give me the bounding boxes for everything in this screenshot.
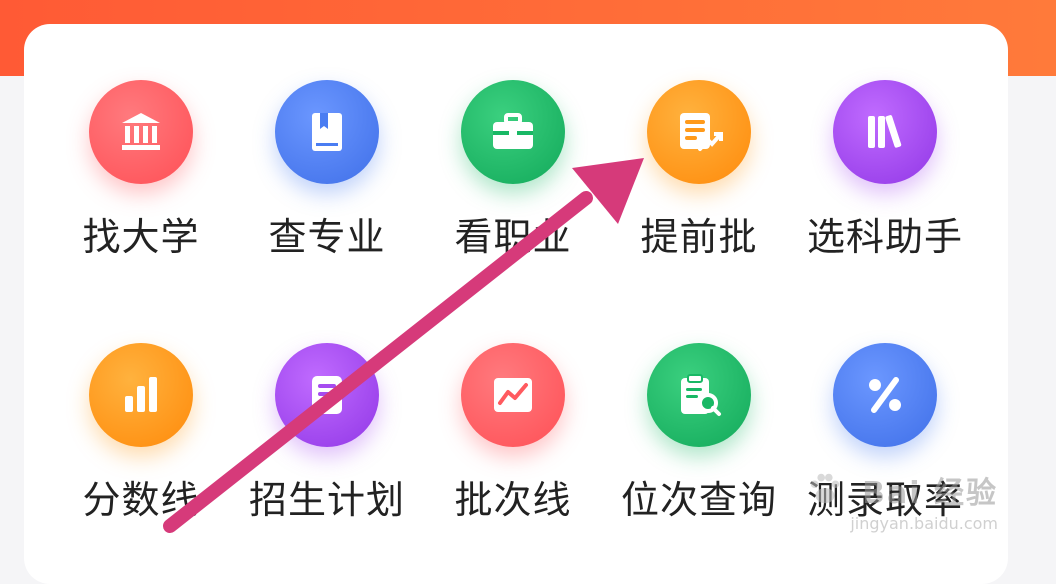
menu-item-enrollment-plan[interactable]: 招生计划 — [234, 343, 420, 524]
menu-item-early-admission[interactable]: 提前批 — [606, 80, 792, 261]
menu-item-batch-lines[interactable]: 批次线 — [420, 343, 606, 524]
books-icon — [833, 80, 937, 184]
menu-item-score-lines[interactable]: 分数线 — [48, 343, 234, 524]
menu-item-find-university[interactable]: 找大学 — [48, 80, 234, 261]
document-trend-icon — [647, 80, 751, 184]
menu-item-label: 分数线 — [82, 478, 200, 522]
book-icon — [275, 80, 379, 184]
menu-item-label: 选科助手 — [806, 215, 963, 259]
menu-item-label: 找大学 — [82, 215, 200, 259]
line-chart-icon — [461, 343, 565, 447]
percent-icon — [833, 343, 937, 447]
university-icon — [89, 80, 193, 184]
menu-item-label: 看职业 — [454, 215, 572, 259]
menu-item-label: 批次线 — [454, 478, 572, 522]
bar-chart-icon — [89, 343, 193, 447]
clipboard-search-icon — [647, 343, 751, 447]
feature-grid: 找大学 查专业 看职业 提前批 选科助手 分数线 招生计划 批次线 位次查询 测… — [48, 80, 978, 524]
menu-item-label: 位次查询 — [620, 478, 777, 522]
menu-item-subject-helper[interactable]: 选科助手 — [792, 80, 978, 261]
menu-item-label: 查专业 — [268, 215, 386, 259]
menu-item-rank-query[interactable]: 位次查询 — [606, 343, 792, 524]
briefcase-icon — [461, 80, 565, 184]
watermark: Bai 经验 jingyan.baidu.com — [811, 468, 998, 533]
menu-item-label: 招生计划 — [248, 478, 405, 522]
watermark-url: jingyan.baidu.com — [850, 514, 998, 533]
menu-item-majors[interactable]: 查专业 — [234, 80, 420, 261]
plan-document-icon — [275, 343, 379, 447]
watermark-title: Bai 经验 — [862, 476, 998, 511]
menu-item-careers[interactable]: 看职业 — [420, 80, 606, 261]
menu-item-label: 提前批 — [640, 215, 758, 259]
paw-logo-icon — [811, 473, 840, 504]
